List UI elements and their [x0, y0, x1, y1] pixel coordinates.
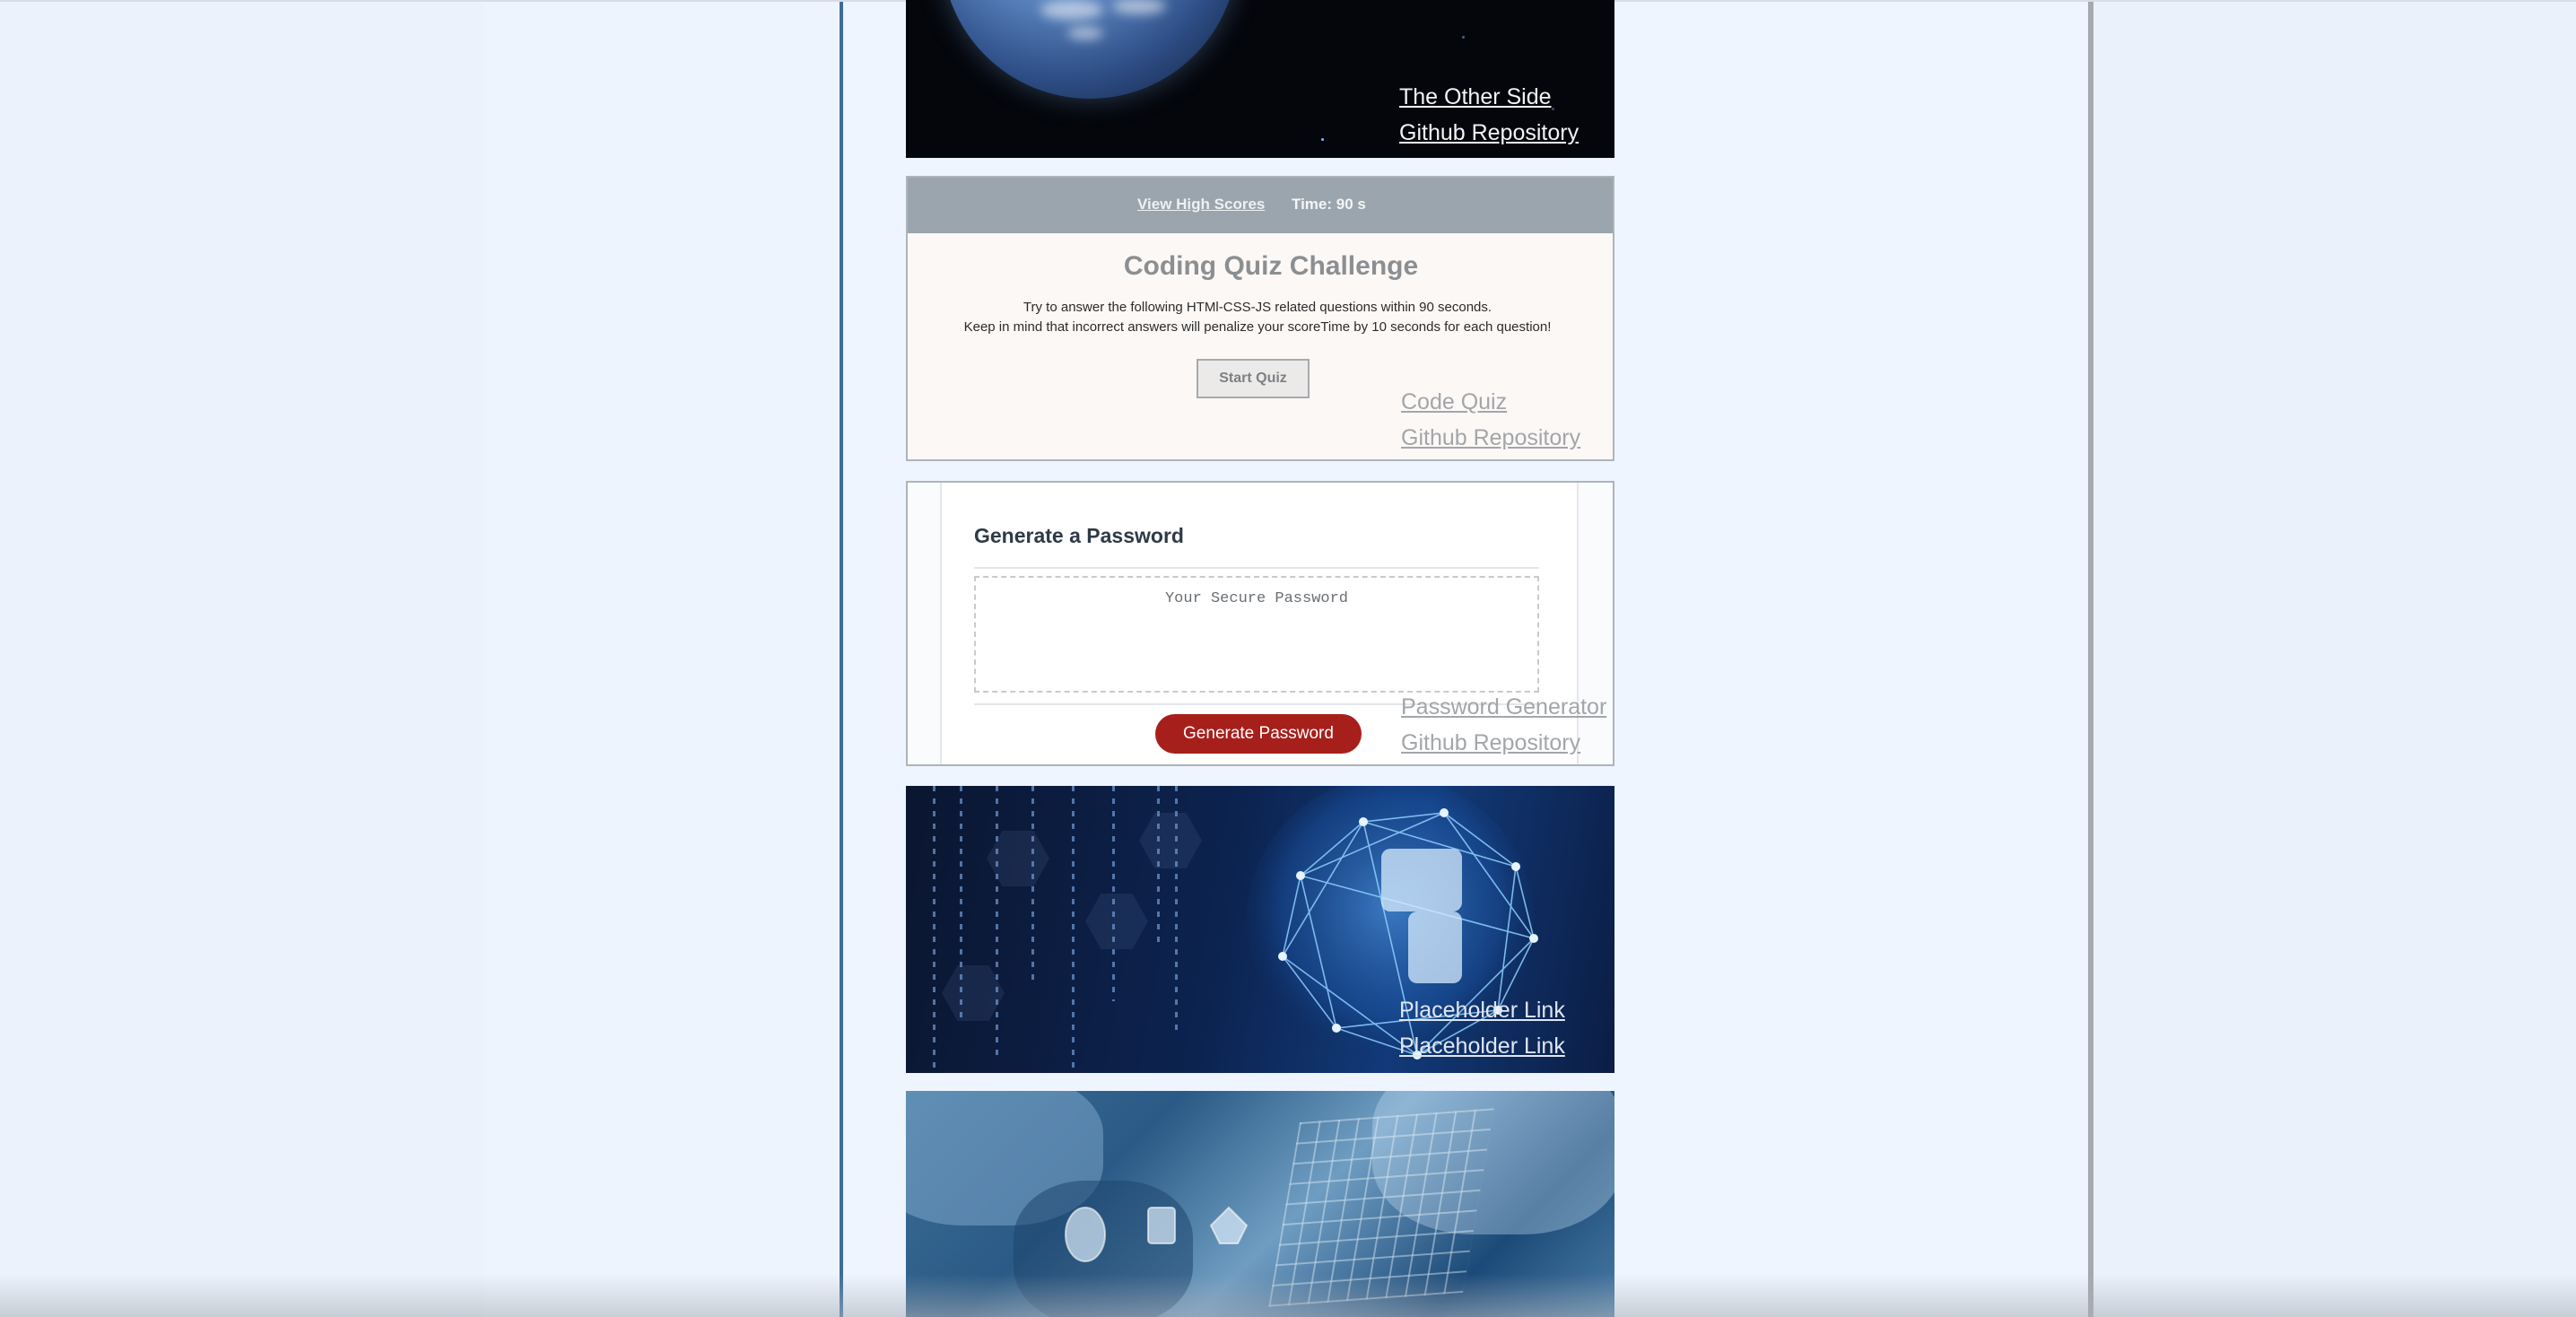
code-quiz-repo-link[interactable]: Github Repository [1401, 420, 1580, 456]
cloud-shape [1067, 27, 1103, 39]
password-title: Generate a Password [974, 524, 1184, 547]
generate-password-button[interactable]: Generate Password [1155, 714, 1362, 754]
password-output[interactable]: Your Secure Password [974, 576, 1539, 693]
project-card-placeholder: Placeholder Link Placeholder Link [906, 786, 1614, 1073]
quiz-header-bar: View High Scores Time: 90 s [908, 178, 1613, 233]
other-side-repo-link[interactable]: Github Repository [1399, 115, 1579, 151]
start-quiz-button[interactable]: Start Quiz [1197, 359, 1310, 398]
quiz-instructions-line1: Try to answer the following HTMl-CSS-JS … [1023, 300, 1493, 315]
column-left-border [840, 0, 843, 1317]
code-rain [933, 786, 936, 1073]
project-card-other-side: The Other Side Github Repository [906, 0, 1614, 158]
page-left-margin [0, 0, 484, 1317]
placeholder-link-1[interactable]: Placeholder Link [1399, 992, 1565, 1028]
code-rain [1072, 786, 1075, 1073]
cloud-shape [1040, 0, 1103, 20]
page-right-margin [2093, 0, 2576, 1317]
star-dot [1462, 36, 1465, 39]
star-dot [1321, 138, 1324, 141]
password-generator-link[interactable]: Password Generator [1401, 689, 1606, 725]
divider [974, 567, 1539, 569]
bottom-shadow [0, 1274, 2576, 1317]
project-card-code-quiz: View High Scores Time: 90 s Coding Quiz … [906, 176, 1614, 461]
view-high-scores-link[interactable]: View High Scores [1137, 196, 1265, 214]
quiz-title: Coding Quiz Challenge [1123, 251, 1419, 281]
code-quiz-link[interactable]: Code Quiz [1401, 384, 1507, 420]
column-right-border [2088, 0, 2093, 1317]
placeholder-link-2[interactable]: Placeholder Link [1399, 1028, 1565, 1064]
quiz-instructions-line2: Keep in mind that incorrect answers will… [963, 319, 1552, 335]
hexagon-shape [1139, 813, 1202, 868]
star-dot [1552, 108, 1554, 110]
password-generator-repo-link[interactable]: Github Repository [1401, 725, 1580, 761]
code-rain [996, 786, 998, 1055]
quiz-timer: Time: 90 s [1292, 196, 1366, 213]
hexagon-shape [1085, 894, 1148, 949]
other-side-link[interactable]: The Other Side [1399, 79, 1552, 115]
project-card-password-generator: Generate a Password Your Secure Password… [906, 481, 1614, 766]
